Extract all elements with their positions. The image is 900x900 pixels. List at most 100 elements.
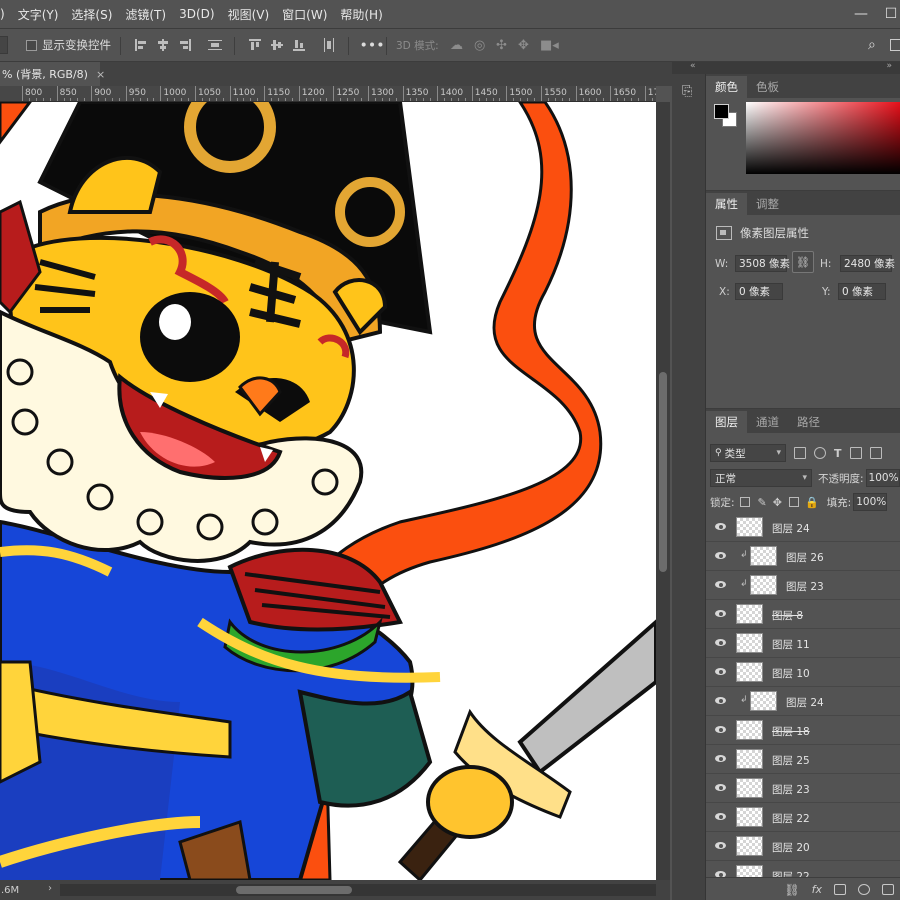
menu-item-filter[interactable]: 滤镜(T) bbox=[117, 6, 171, 23]
filter-pixel-icon[interactable] bbox=[794, 447, 806, 459]
align-top-icon[interactable] bbox=[248, 29, 262, 61]
layer-name[interactable]: 图层 8 bbox=[772, 608, 803, 623]
filter-adjustment-icon[interactable] bbox=[814, 447, 826, 459]
layer-name[interactable]: 图层 23 bbox=[786, 579, 824, 594]
collapse-icon[interactable]: « bbox=[690, 61, 696, 71]
search-icon[interactable]: ⌕ bbox=[868, 29, 876, 61]
layer-name[interactable]: 图层 22 bbox=[772, 869, 810, 877]
tab-layers[interactable]: 图层 bbox=[706, 411, 747, 433]
visibility-eye-icon[interactable] bbox=[715, 726, 726, 733]
tab-adjustments[interactable]: 调整 bbox=[747, 193, 788, 215]
layer-name[interactable]: 图层 20 bbox=[772, 840, 810, 855]
layer-thumbnail[interactable] bbox=[736, 778, 763, 798]
layer-thumbnail[interactable] bbox=[750, 575, 777, 595]
visibility-eye-icon[interactable] bbox=[715, 523, 726, 530]
tab-color[interactable]: 颜色 bbox=[706, 76, 747, 98]
menu-item-partial[interactable]: ) bbox=[0, 7, 10, 21]
visibility-eye-icon[interactable] bbox=[715, 639, 726, 646]
filter-smart-object-icon[interactable] bbox=[869, 447, 882, 459]
show-transform-checkbox[interactable] bbox=[26, 39, 37, 51]
align-right-icon[interactable] bbox=[178, 29, 192, 61]
3d-roll-icon[interactable]: ◎ bbox=[474, 29, 485, 61]
horizontal-scrollbar[interactable] bbox=[60, 884, 656, 896]
align-center-h-icon[interactable] bbox=[156, 29, 170, 61]
layer-name[interactable]: 图层 26 bbox=[786, 550, 824, 565]
menu-item-window[interactable]: 窗口(W) bbox=[274, 6, 332, 23]
align-middle-v-icon[interactable] bbox=[270, 29, 284, 61]
layer-thumbnail[interactable] bbox=[736, 517, 763, 537]
expand-icon[interactable]: » bbox=[886, 61, 892, 71]
3d-pan-icon[interactable]: ✣ bbox=[496, 29, 507, 61]
canvas-area[interactable] bbox=[0, 102, 656, 880]
lock-position-icon[interactable]: ✥ bbox=[773, 496, 782, 509]
layer-name[interactable]: 图层 25 bbox=[772, 753, 810, 768]
visibility-eye-icon[interactable] bbox=[715, 784, 726, 791]
3d-scale-icon[interactable]: ■◂ bbox=[540, 29, 559, 61]
layer-row[interactable]: 图层 18 bbox=[706, 716, 900, 745]
color-spectrum[interactable] bbox=[746, 102, 900, 174]
layer-thumbnail[interactable] bbox=[736, 633, 763, 653]
lock-all-icon[interactable]: 🔒 bbox=[805, 496, 819, 509]
menu-item-help[interactable]: 帮助(H) bbox=[332, 6, 387, 23]
layer-name[interactable]: 图层 10 bbox=[772, 666, 810, 681]
lock-transparent-icon[interactable] bbox=[739, 497, 750, 507]
maximize-icon[interactable]: ☐ bbox=[876, 0, 900, 28]
opacity-input[interactable]: 100% bbox=[865, 469, 900, 487]
tab-channels[interactable]: 通道 bbox=[747, 411, 788, 433]
layer-name[interactable]: 图层 22 bbox=[772, 811, 810, 826]
visibility-eye-icon[interactable] bbox=[715, 552, 726, 559]
link-icon[interactable]: ⛓ bbox=[792, 251, 814, 273]
width-input[interactable]: 3508 像素 bbox=[735, 255, 790, 272]
tab-paths[interactable]: 路径 bbox=[788, 411, 829, 433]
layer-row[interactable]: 图层 22 bbox=[706, 803, 900, 832]
layer-effects-button[interactable]: fx bbox=[812, 883, 822, 896]
layer-row[interactable]: 图层 22 bbox=[706, 861, 900, 877]
visibility-eye-icon[interactable] bbox=[715, 581, 726, 588]
3d-orbit-icon[interactable]: ☁ bbox=[450, 29, 463, 61]
layer-row[interactable]: 图层 10 bbox=[706, 658, 900, 687]
filter-type-icon[interactable]: T bbox=[834, 447, 842, 460]
more-options-button[interactable]: ••• bbox=[360, 29, 385, 61]
layer-name[interactable]: 图层 24 bbox=[786, 695, 824, 710]
layer-row[interactable]: ↲ 图层 24 bbox=[706, 687, 900, 716]
visibility-eye-icon[interactable] bbox=[715, 842, 726, 849]
add-mask-icon[interactable] bbox=[834, 884, 846, 895]
visibility-eye-icon[interactable] bbox=[715, 755, 726, 762]
layer-row[interactable]: 图层 20 bbox=[706, 832, 900, 861]
tab-properties[interactable]: 属性 bbox=[706, 193, 747, 215]
menu-item-type[interactable]: 文字(Y) bbox=[10, 6, 64, 23]
link-layers-icon[interactable]: ⛓ bbox=[784, 883, 799, 897]
layer-thumbnail[interactable] bbox=[736, 604, 763, 624]
layer-thumbnail[interactable] bbox=[736, 807, 763, 827]
distribute-vertical-icon[interactable] bbox=[322, 29, 336, 61]
new-group-icon[interactable] bbox=[882, 884, 894, 895]
visibility-eye-icon[interactable] bbox=[715, 813, 726, 820]
layer-row[interactable]: ↲ 图层 26 bbox=[706, 542, 900, 571]
distribute-horizontal-icon[interactable] bbox=[208, 29, 222, 61]
align-bottom-icon[interactable] bbox=[292, 29, 306, 61]
layer-filter-dropdown[interactable]: ⚲ 类型 ▾ bbox=[710, 444, 786, 462]
workspace-icon[interactable] bbox=[890, 29, 900, 61]
vertical-scrollbar[interactable] bbox=[656, 102, 670, 880]
vertical-scroll-thumb[interactable] bbox=[659, 372, 667, 572]
menu-item-select[interactable]: 选择(S) bbox=[63, 6, 117, 23]
layer-thumbnail[interactable] bbox=[736, 749, 763, 769]
visibility-eye-icon[interactable] bbox=[715, 610, 726, 617]
height-input[interactable]: 2480 像素 bbox=[840, 255, 895, 272]
foreground-color-swatch[interactable] bbox=[714, 104, 729, 119]
artboard[interactable] bbox=[0, 102, 656, 880]
lock-image-icon[interactable]: ✎ bbox=[758, 496, 767, 509]
layer-row[interactable]: 图层 11 bbox=[706, 629, 900, 658]
fill-input[interactable]: 100% bbox=[853, 493, 888, 511]
document-tab[interactable]: % (背景, RGB/8) × bbox=[0, 62, 105, 86]
visibility-eye-icon[interactable] bbox=[715, 668, 726, 675]
tool-preset-dropdown[interactable] bbox=[0, 29, 10, 61]
visibility-eye-icon[interactable] bbox=[715, 697, 726, 704]
x-input[interactable]: 0 像素 bbox=[735, 283, 783, 300]
layer-thumbnail[interactable] bbox=[736, 836, 763, 856]
layer-thumbnail[interactable] bbox=[736, 865, 763, 877]
layer-thumbnail[interactable] bbox=[750, 546, 777, 566]
status-arrow-icon[interactable]: › bbox=[48, 883, 52, 894]
layer-row[interactable]: ↲ 图层 23 bbox=[706, 571, 900, 600]
filter-shape-icon[interactable] bbox=[849, 447, 862, 459]
